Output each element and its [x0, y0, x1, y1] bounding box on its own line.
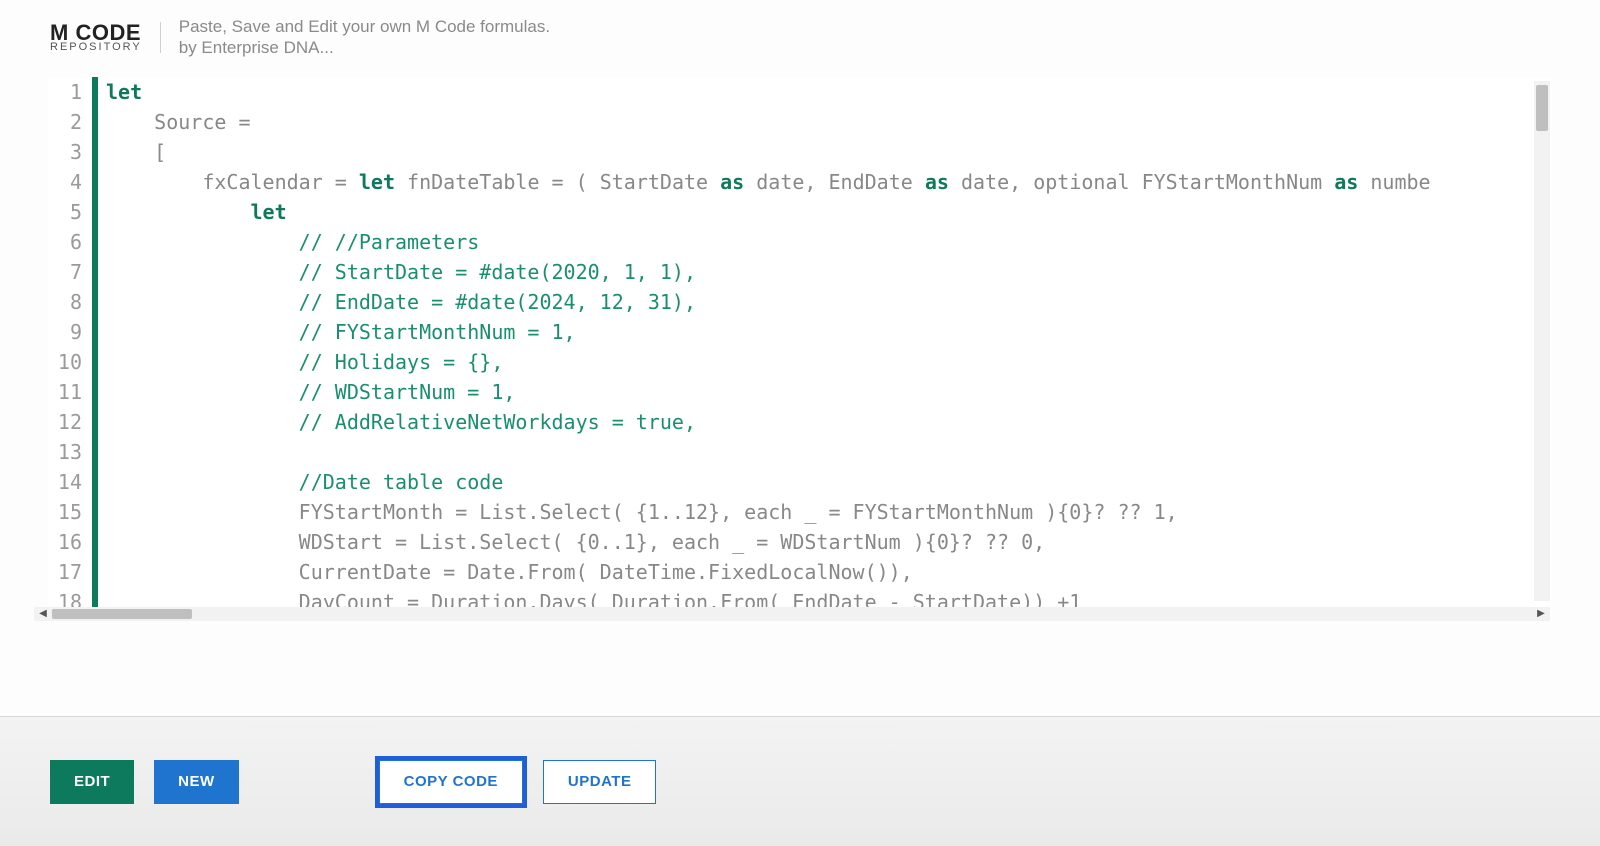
scroll-left-icon[interactable]: ◀ — [34, 607, 52, 621]
code-line[interactable]: // EndDate = #date(2024, 12, 31), — [106, 287, 1552, 317]
code-line[interactable]: // AddRelativeNetWorkdays = true, — [106, 407, 1552, 437]
code-line[interactable] — [106, 437, 1552, 467]
line-number: 9 — [48, 317, 82, 347]
code-line[interactable]: // Holidays = {}, — [106, 347, 1552, 377]
line-number: 14 — [48, 467, 82, 497]
logo-sub: REPOSITORY — [50, 42, 142, 53]
code-line[interactable]: fxCalendar = let fnDateTable = ( StartDa… — [106, 167, 1552, 197]
line-number: 11 — [48, 377, 82, 407]
copy-code-button[interactable]: COPY CODE — [379, 760, 523, 804]
line-number: 15 — [48, 497, 82, 527]
code-line[interactable]: // StartDate = #date(2020, 1, 1), — [106, 257, 1552, 287]
line-number-gutter: 123456789101112131415161718 — [48, 77, 88, 621]
footer-toolbar: EDIT NEW COPY CODE UPDATE — [0, 716, 1600, 846]
code-line[interactable]: //Date table code — [106, 467, 1552, 497]
vertical-scrollbar[interactable] — [1534, 81, 1550, 601]
line-number: 8 — [48, 287, 82, 317]
line-number: 12 — [48, 407, 82, 437]
code-editor[interactable]: 123456789101112131415161718 let Source =… — [48, 77, 1552, 621]
line-number: 4 — [48, 167, 82, 197]
line-number: 17 — [48, 557, 82, 587]
line-number: 1 — [48, 77, 82, 107]
code-line[interactable]: WDStart = List.Select( {0..1}, each _ = … — [106, 527, 1552, 557]
header: M CODE REPOSITORY Paste, Save and Edit y… — [0, 0, 1600, 67]
edit-button[interactable]: EDIT — [50, 760, 134, 804]
line-number: 10 — [48, 347, 82, 377]
line-number: 2 — [48, 107, 82, 137]
line-number: 5 — [48, 197, 82, 227]
code-line[interactable]: // //Parameters — [106, 227, 1552, 257]
line-number: 6 — [48, 227, 82, 257]
horizontal-scrollbar[interactable] — [52, 607, 1532, 621]
code-line[interactable]: [ — [106, 137, 1552, 167]
code-line[interactable]: CurrentDate = Date.From( DateTime.FixedL… — [106, 557, 1552, 587]
change-marker — [92, 77, 98, 621]
line-number: 7 — [48, 257, 82, 287]
update-button[interactable]: UPDATE — [543, 760, 657, 804]
scroll-right-icon[interactable]: ▶ — [1532, 607, 1550, 621]
code-line[interactable]: let — [106, 197, 1552, 227]
vertical-scroll-thumb[interactable] — [1536, 85, 1548, 131]
code-area[interactable]: let Source = [ fxCalendar = let fnDateTa… — [106, 77, 1552, 621]
line-number: 13 — [48, 437, 82, 467]
header-desc-line2: by Enterprise DNA... — [179, 37, 550, 58]
line-number: 3 — [48, 137, 82, 167]
header-desc-line1: Paste, Save and Edit your own M Code for… — [179, 16, 550, 37]
logo: M CODE REPOSITORY — [50, 22, 161, 53]
line-number: 16 — [48, 527, 82, 557]
header-description: Paste, Save and Edit your own M Code for… — [179, 16, 550, 59]
code-line[interactable]: // FYStartMonthNum = 1, — [106, 317, 1552, 347]
new-button[interactable]: NEW — [154, 760, 239, 804]
code-line[interactable]: FYStartMonth = List.Select( {1..12}, eac… — [106, 497, 1552, 527]
horizontal-scroll-thumb[interactable] — [52, 609, 192, 619]
code-line[interactable]: Source = — [106, 107, 1552, 137]
code-line[interactable]: let — [106, 77, 1552, 107]
code-line[interactable]: // WDStartNum = 1, — [106, 377, 1552, 407]
